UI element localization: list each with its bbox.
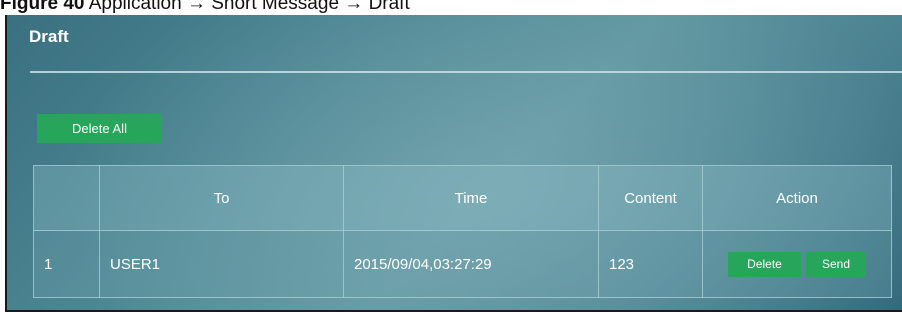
column-header-content: Content [598, 165, 703, 231]
row-to: USER1 [99, 230, 344, 298]
title-divider [30, 71, 902, 73]
draft-panel: Draft Delete All To Time Content Action … [5, 15, 902, 312]
table-row: 1 USER1 2015/09/04,03:27:29 123 Delete Se… [33, 230, 892, 298]
page-title: Draft [29, 27, 69, 46]
figure-caption: Figure 40 Application → Short Message → … [0, 0, 902, 15]
draft-table: To Time Content Action 1 USER1 2015/09/0… [33, 165, 892, 298]
row-content: 123 [598, 230, 703, 298]
table-header-row: To Time Content Action [33, 165, 892, 231]
row-time: 2015/09/04,03:27:29 [343, 230, 599, 298]
column-header-index [33, 165, 100, 231]
send-button[interactable]: Send [806, 251, 866, 277]
column-header-action: Action [702, 165, 892, 231]
figure-label: Figure 40 [0, 0, 85, 14]
row-actions: Delete Send [702, 230, 892, 298]
figure-caption-text: Application → Short Message → Draft [88, 0, 410, 14]
column-header-time: Time [343, 165, 599, 231]
delete-button[interactable]: Delete [728, 251, 801, 277]
row-index: 1 [33, 230, 100, 298]
column-header-to: To [99, 165, 344, 231]
delete-all-button[interactable]: Delete All [37, 114, 162, 143]
